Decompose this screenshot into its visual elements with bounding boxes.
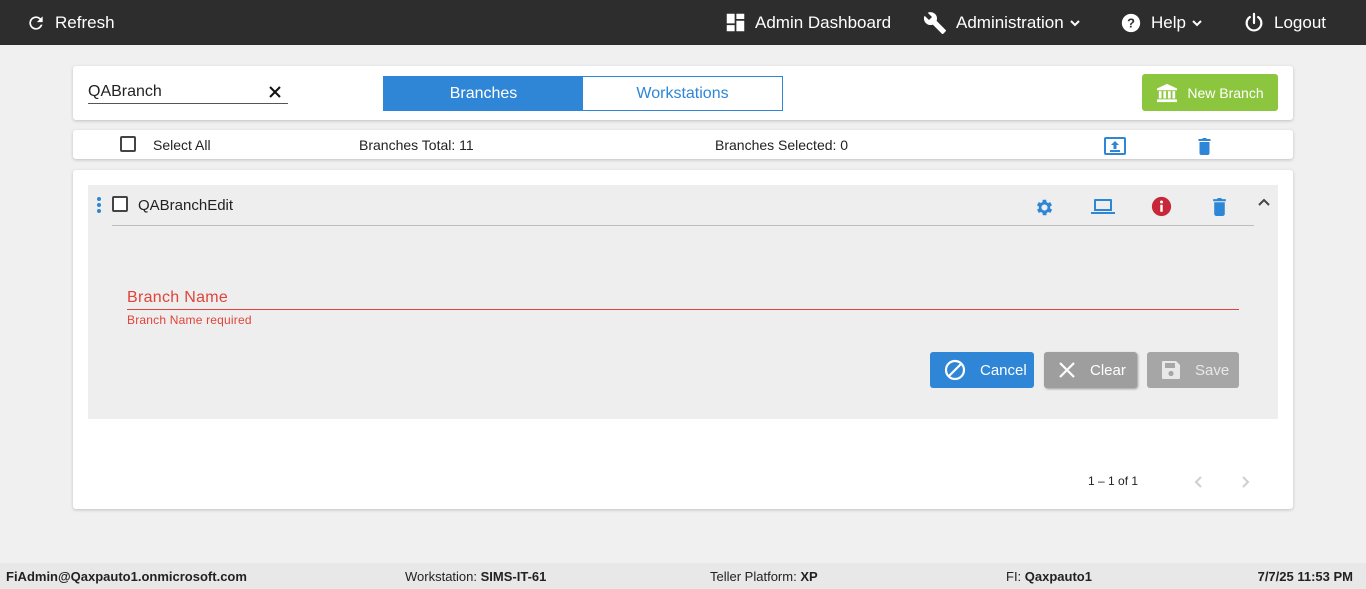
chevron-left-icon[interactable] [1193, 475, 1203, 489]
trash-icon[interactable] [1197, 137, 1212, 155]
search-field [88, 80, 288, 104]
help-label: Help [1151, 12, 1186, 32]
trash-icon[interactable] [1212, 197, 1227, 216]
gear-icon[interactable] [1034, 197, 1055, 218]
close-icon[interactable] [268, 85, 282, 99]
cancel-icon [944, 359, 966, 381]
branch-header-divider [112, 225, 1254, 226]
save-button[interactable]: Save [1147, 352, 1239, 388]
logout-button[interactable]: Logout [1243, 0, 1326, 45]
top-nav-bar: Refresh Admin Dashboard Administration ?… [0, 0, 1366, 45]
chevron-down-icon [1192, 19, 1202, 26]
svg-text:?: ? [1127, 15, 1135, 30]
close-icon [1059, 362, 1075, 378]
footer-user: FiAdmin@Qaxpauto1.onmicrosoft.com [6, 569, 247, 584]
status-footer: FiAdmin@Qaxpauto1.onmicrosoft.com Workst… [0, 563, 1366, 589]
admin-dashboard-label: Admin Dashboard [755, 12, 892, 32]
branch-item-expanded: QABranchEdit Branch Name Branch Name req… [88, 185, 1278, 419]
tab-branches[interactable]: Branches [384, 77, 583, 110]
select-all-label: Select All [153, 137, 211, 153]
logout-label: Logout [1274, 12, 1326, 32]
laptop-icon[interactable] [1091, 198, 1115, 216]
refresh-button[interactable]: Refresh [26, 0, 115, 45]
refresh-icon [29, 15, 43, 30]
drag-handle-icon[interactable] [96, 196, 102, 214]
clear-button[interactable]: Clear [1044, 352, 1137, 388]
refresh-label: Refresh [55, 12, 115, 32]
save-label: Save [1195, 361, 1230, 379]
bank-icon [1157, 83, 1178, 102]
search-input[interactable] [88, 80, 258, 103]
branch-checkbox[interactable] [112, 196, 128, 212]
chevron-up-icon[interactable] [1257, 197, 1271, 207]
footer-fi: FI: Qaxpauto1 [1006, 569, 1092, 584]
dashboard-icon [726, 13, 745, 32]
footer-datetime: 7/7/25 11:53 PM [1257, 569, 1353, 584]
administration-menu[interactable]: Administration [923, 0, 1081, 45]
chevron-down-icon [1070, 19, 1080, 26]
info-icon[interactable] [1151, 196, 1172, 217]
administration-label: Administration [956, 12, 1064, 32]
new-branch-button[interactable]: New Branch [1142, 74, 1278, 111]
select-all-checkbox[interactable] [120, 136, 136, 152]
summary-bar: Select All Branches Total: 11 Branches S… [73, 130, 1293, 159]
footer-teller-platform: Teller Platform: XP [710, 569, 818, 584]
admin-dashboard-link[interactable]: Admin Dashboard [725, 0, 891, 45]
view-tabs: Branches Workstations [383, 76, 783, 111]
help-menu[interactable]: ? Help [1120, 0, 1203, 45]
cancel-label: Cancel [980, 361, 1027, 379]
branches-total: Branches Total: 11 [359, 137, 474, 153]
footer-workstation: Workstation: SIMS-IT-61 [405, 569, 547, 584]
pagination-range: 1 – 1 of 1 [1088, 474, 1139, 488]
cancel-button[interactable]: Cancel [930, 352, 1034, 388]
branch-name: QABranchEdit [138, 197, 234, 214]
branch-name-error: Branch Name required [127, 313, 252, 327]
upload-icon[interactable] [1104, 137, 1126, 155]
tab-workstations[interactable]: Workstations [583, 77, 782, 110]
branch-name-input[interactable] [127, 309, 1239, 310]
power-icon [1245, 12, 1263, 31]
new-branch-label: New Branch [1187, 84, 1264, 101]
branch-list-card: QABranchEdit Branch Name Branch Name req… [73, 170, 1293, 509]
chevron-right-icon[interactable] [1241, 475, 1251, 489]
clear-label: Clear [1090, 361, 1126, 379]
save-icon [1162, 361, 1180, 379]
wrench-icon [923, 11, 946, 34]
toolbar-card: Branches Workstations New Branch [73, 66, 1293, 120]
branches-selected: Branches Selected: 0 [715, 137, 849, 153]
help-circle-icon: ? [1121, 13, 1141, 32]
branch-name-field-label: Branch Name [127, 289, 229, 306]
